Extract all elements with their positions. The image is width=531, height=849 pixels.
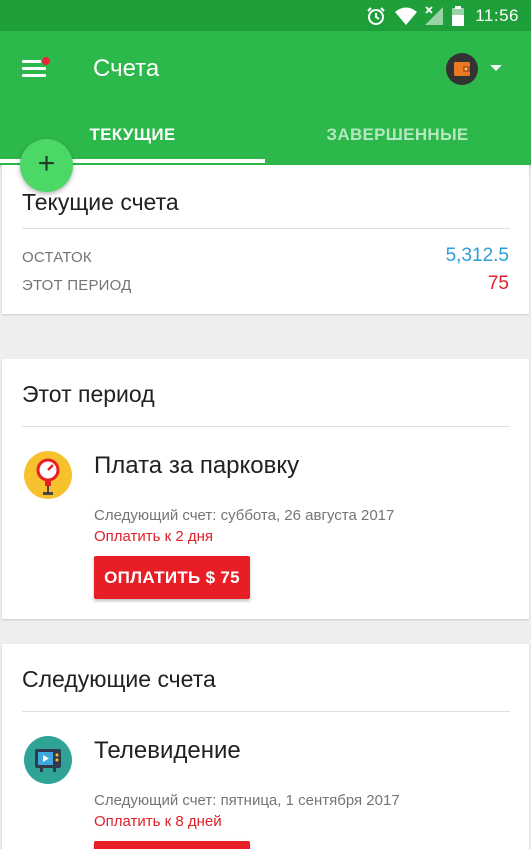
app-bar: Счета ТЕКУЩИЕ ЗАВЕРШЕННЫЕ bbox=[0, 31, 531, 165]
bill-name: Телевидение bbox=[94, 737, 241, 764]
pay-button[interactable]: ОПЛАТИТЬ $ 75 bbox=[94, 556, 250, 599]
divider bbox=[22, 228, 510, 229]
tv-icon bbox=[24, 736, 72, 784]
wifi-icon bbox=[395, 7, 417, 25]
this-period-title: Этот период bbox=[22, 381, 155, 407]
battery-icon bbox=[452, 6, 464, 26]
bill-name: Плата за парковку bbox=[94, 452, 300, 479]
plus-icon: + bbox=[37, 147, 56, 180]
tab-completed[interactable]: ЗАВЕРШЕННЫЕ bbox=[265, 111, 530, 165]
status-time: 11:56 bbox=[475, 6, 519, 25]
divider bbox=[22, 711, 510, 712]
notification-dot bbox=[41, 56, 51, 66]
upcoming-card: Следующие счета Телевидение Следующий сч… bbox=[2, 644, 529, 849]
bill-due: Оплатить к 2 дня bbox=[94, 528, 214, 545]
balance-label: ОСТАТОК bbox=[22, 249, 92, 266]
menu-button[interactable] bbox=[22, 56, 51, 78]
pay-button[interactable] bbox=[94, 841, 250, 849]
period-value: 75 bbox=[487, 273, 509, 294]
account-selector[interactable] bbox=[446, 51, 508, 87]
wallet-icon bbox=[446, 53, 478, 85]
period-label: ЭТОТ ПЕРИОД bbox=[22, 277, 132, 294]
summary-card: Текущие счета ОСТАТОК 5,312.5 ЭТОТ ПЕРИО… bbox=[2, 165, 529, 314]
chevron-down-icon bbox=[490, 65, 502, 71]
hamburger-menu-icon-bar bbox=[22, 74, 46, 77]
add-bill-button[interactable]: + bbox=[20, 139, 73, 192]
bill-next-date: Следующий счет: пятница, 1 сентября 2017 bbox=[94, 792, 400, 809]
parking-meter-icon bbox=[24, 451, 72, 499]
signal-icon bbox=[425, 6, 443, 25]
summary-title: Текущие счета bbox=[22, 189, 179, 215]
upcoming-title: Следующие счета bbox=[22, 666, 216, 692]
bill-due: Оплатить к 8 дней bbox=[94, 813, 222, 830]
hamburger-menu-icon-bar bbox=[22, 67, 46, 70]
divider bbox=[22, 426, 510, 427]
alarm-icon bbox=[367, 7, 385, 25]
bill-next-date: Следующий счет: суббота, 26 августа 2017 bbox=[94, 507, 395, 524]
this-period-card: Этот период Плата за парковку Следующий … bbox=[2, 359, 529, 619]
status-bar: 11:56 bbox=[0, 0, 531, 31]
page-title: Счета bbox=[93, 55, 160, 82]
balance-value: 5,312.5 bbox=[445, 245, 509, 266]
